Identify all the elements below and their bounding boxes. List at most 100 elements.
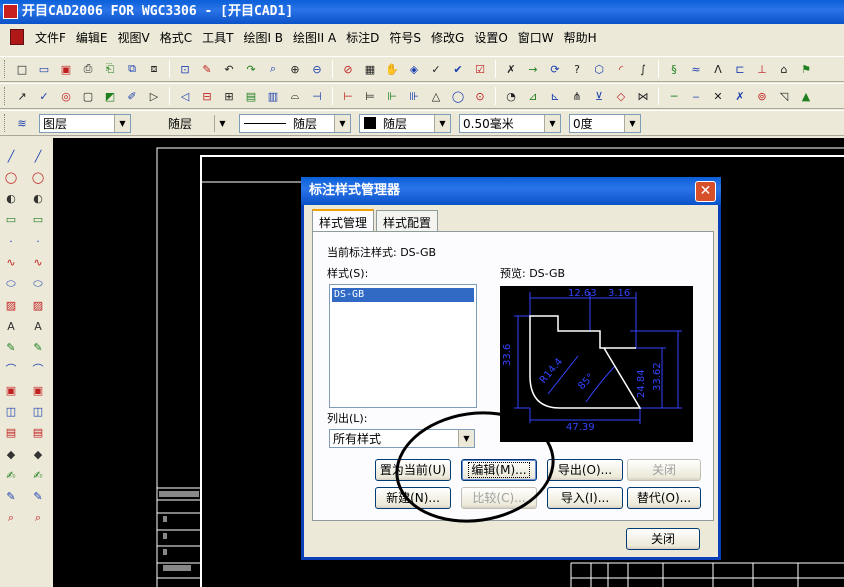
snap11-icon[interactable]: ▤ (242, 87, 260, 105)
menu-file[interactable]: 文件F (30, 29, 71, 46)
hatch-icon[interactable]: ▨ (2, 296, 20, 314)
menu-help[interactable]: 帮助H (559, 29, 602, 46)
angle-combo[interactable]: 0度 ▼ (569, 113, 641, 133)
pen-icon[interactable]: ✎ (2, 339, 20, 357)
plot-icon[interactable]: ⧉ (123, 60, 141, 78)
polyline-icon[interactable]: ⌒ (2, 360, 20, 378)
dim3-icon[interactable]: ⊨ (361, 87, 379, 105)
array-icon[interactable]: ▤ (29, 424, 47, 442)
line2-icon[interactable]: ‒ (687, 87, 705, 105)
lambda-icon[interactable]: Λ (709, 60, 727, 78)
linetype-layer-combo[interactable]: 随层 ▼ (139, 113, 231, 133)
nut-icon[interactable]: ⬡ (590, 60, 608, 78)
folder-icon[interactable]: ▤ (2, 424, 20, 442)
text-icon[interactable]: A (2, 317, 20, 335)
fillet-icon[interactable]: ✎ (29, 339, 47, 357)
color-combo[interactable]: 随层 ▼ (359, 113, 451, 133)
menu-symbol[interactable]: 符号S (384, 29, 426, 46)
print-preview-icon[interactable]: ⎙ (79, 60, 97, 78)
chevron-down-icon[interactable]: ▼ (334, 114, 350, 132)
snap12-icon[interactable]: ▥ (264, 87, 282, 105)
snap7-icon[interactable]: ▷ (145, 87, 163, 105)
scale-icon[interactable]: ∿ (29, 253, 47, 271)
dim7-icon[interactable]: ⊿ (524, 87, 542, 105)
cross2-icon[interactable]: ✗ (731, 87, 749, 105)
dim10-icon[interactable]: ⊻ (590, 87, 608, 105)
explode-icon[interactable]: ◫ (29, 403, 47, 421)
extend-icon[interactable]: A (29, 317, 47, 335)
chevron-down-icon[interactable]: ▼ (544, 114, 560, 132)
dim11-icon[interactable]: ◇ (612, 87, 630, 105)
spline-icon[interactable]: ∿ (2, 253, 20, 271)
snap8-icon[interactable]: ◁ (176, 87, 194, 105)
cross-icon[interactable]: ✕ (709, 87, 727, 105)
save-icon[interactable]: ▣ (57, 60, 75, 78)
print-icon[interactable]: ⎗ (101, 60, 119, 78)
circle2-icon[interactable]: ⊙ (471, 87, 489, 105)
layer-combo[interactable]: 图层 ▼ (39, 113, 131, 133)
snap10-icon[interactable]: ⊞ (220, 87, 238, 105)
triangle-icon[interactable]: ▲ (797, 87, 815, 105)
check1-icon[interactable]: ✓ (427, 60, 445, 78)
menu-format[interactable]: 格式C (155, 29, 197, 46)
menu-dimension[interactable]: 标注D (341, 29, 384, 46)
spring2-icon[interactable]: ≈ (687, 60, 705, 78)
arrow-icon[interactable]: → (524, 60, 542, 78)
dim2-icon[interactable]: ⊢ (339, 87, 357, 105)
new-icon[interactable]: □ (13, 60, 31, 78)
line-icon[interactable]: ╱ (2, 147, 20, 165)
dim1-icon[interactable]: ⊣ (308, 87, 326, 105)
menu-settings[interactable]: 设置O (469, 29, 512, 46)
chevron-down-icon[interactable]: ▼ (434, 114, 450, 132)
rect-icon[interactable]: ▭ (2, 211, 20, 229)
menu-modify[interactable]: 修改G (426, 29, 469, 46)
zoom-realtime-icon[interactable]: ⊕ (286, 60, 304, 78)
open-icon[interactable]: ▭ (35, 60, 53, 78)
edit-icon[interactable]: ✍ (2, 466, 20, 484)
trim-icon[interactable]: ▨ (29, 296, 47, 314)
zoom-extents-icon[interactable]: ▦ (361, 60, 379, 78)
tag-icon[interactable]: ◆ (2, 445, 20, 463)
chamfer-icon[interactable]: ⌒ (29, 360, 47, 378)
zoom-out-icon[interactable]: ⊘ (339, 60, 357, 78)
close-top-button[interactable]: 关闭 (627, 459, 701, 481)
copy-icon[interactable]: ◯ (29, 168, 47, 186)
block3-icon[interactable]: ✎ (29, 488, 47, 506)
help-icon[interactable]: ? (568, 60, 586, 78)
check2-icon[interactable]: ✔ (449, 60, 467, 78)
zoom-in-icon[interactable]: ⊖ (308, 60, 326, 78)
erase-icon[interactable]: ╱ (29, 147, 47, 165)
flag-icon[interactable]: ⚑ (797, 60, 815, 78)
tab-style-manage[interactable]: 样式管理 (312, 209, 375, 231)
menu-draw1[interactable]: 绘图I B (238, 29, 288, 46)
paste-icon[interactable]: ⊡ (176, 60, 194, 78)
rotate-icon[interactable]: · (29, 232, 47, 250)
chevron-down-icon[interactable]: ▼ (114, 114, 130, 132)
break-icon[interactable]: ▣ (29, 381, 47, 399)
menu-draw2[interactable]: 绘图II A (288, 29, 341, 46)
hook-icon[interactable]: ∫ (634, 60, 652, 78)
check4-icon[interactable]: ✗ (502, 60, 520, 78)
vertical-icon[interactable]: ⊥ (753, 60, 771, 78)
tool-icon[interactable]: ⌕ (29, 509, 47, 527)
circle3-icon[interactable]: ◔ (502, 87, 520, 105)
surface-icon[interactable]: ⊏ (731, 60, 749, 78)
export-button[interactable]: 导出(O)... (547, 459, 623, 481)
ellipse-icon[interactable]: ⬭ (2, 275, 20, 293)
angle-icon[interactable]: ◹ (775, 87, 793, 105)
edit2-icon[interactable]: ✎ (2, 488, 20, 506)
snap1-icon[interactable]: ↗ (13, 87, 31, 105)
lineweight-combo[interactable]: 0.50毫米 ▼ (459, 113, 561, 133)
snap6-icon[interactable]: ✐ (123, 87, 141, 105)
point-icon[interactable]: · (2, 232, 20, 250)
menu-tools[interactable]: 工具T (197, 29, 238, 46)
chevron-down-icon[interactable]: ▼ (214, 114, 230, 132)
layer-manager-icon[interactable]: ≋ (13, 114, 31, 132)
copy-icon[interactable]: ⧈ (145, 60, 163, 78)
line1-icon[interactable]: ─ (665, 87, 683, 105)
zoom-icon[interactable]: ⌕ (2, 509, 20, 527)
spring-icon[interactable]: § (665, 60, 683, 78)
menu-edit[interactable]: 编辑E (71, 29, 113, 46)
chevron-down-icon[interactable]: ▼ (624, 114, 640, 132)
snap3-icon[interactable]: ◎ (57, 87, 75, 105)
